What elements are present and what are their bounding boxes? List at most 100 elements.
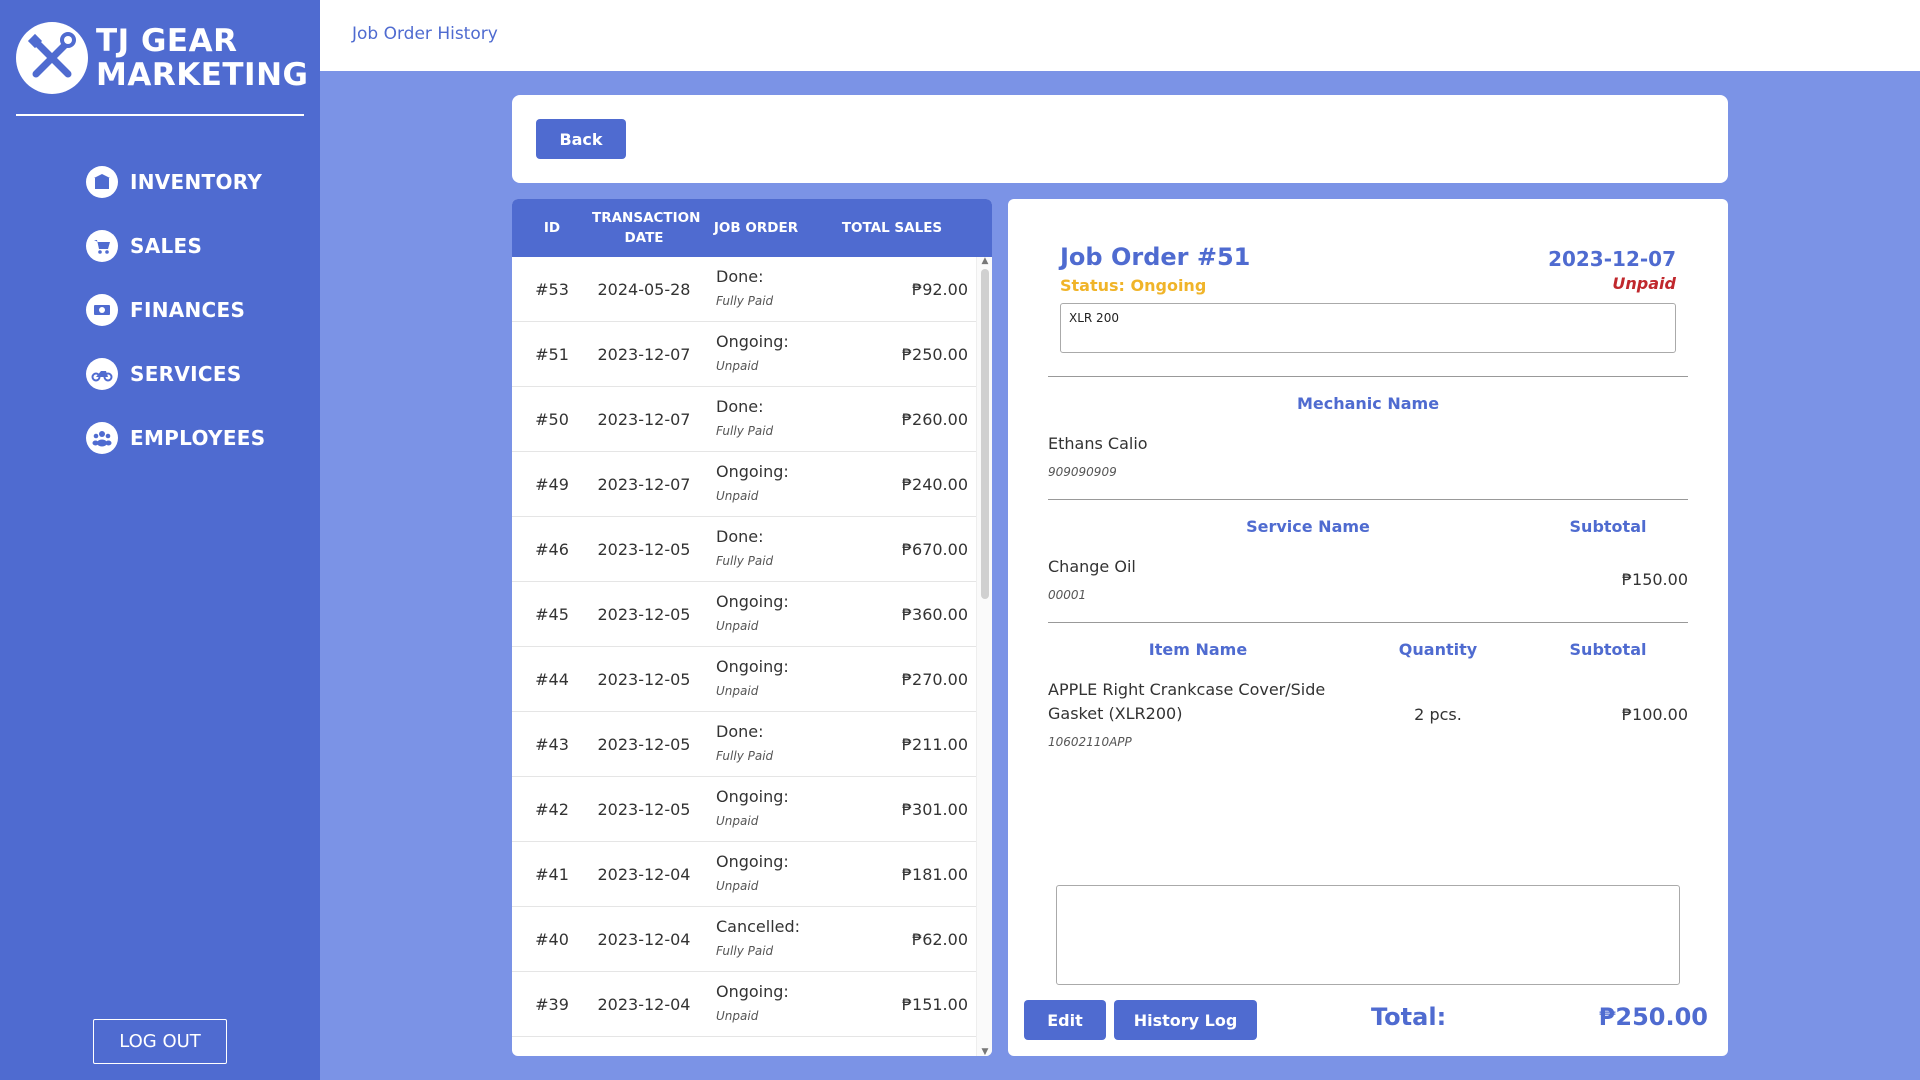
row-total: ₱211.00 <box>901 734 968 754</box>
row-job-order: Done: Fully Paid <box>696 722 818 766</box>
item-name-line2: Gasket (XLR200) <box>1048 704 1183 723</box>
row-date: 2023-12-04 <box>597 864 691 884</box>
scroll-up-icon[interactable]: ▲ <box>980 257 990 266</box>
total-label: Total: <box>1371 1003 1447 1031</box>
row-status: Cancelled: <box>716 917 801 936</box>
item-subtotal: ₱100.00 <box>1621 705 1688 724</box>
job-order-detail: Job Order #51 Status: Ongoing 2023-12-07… <box>1008 199 1728 1056</box>
breadcrumb[interactable]: Job Order History <box>352 24 498 44</box>
payment-status: Unpaid <box>1612 274 1676 293</box>
sidebar-item-employees[interactable]: EMPLOYEES <box>86 418 265 458</box>
row-job-order: Ongoing: Unpaid <box>696 332 818 376</box>
item-name-line1: APPLE Right Crankcase Cover/Side <box>1048 680 1326 699</box>
row-payment: Unpaid <box>716 814 759 828</box>
scroll-down-icon[interactable]: ▼ <box>980 1048 990 1057</box>
sidebar-item-label: FINANCES <box>130 298 246 322</box>
row-payment: Unpaid <box>716 489 759 503</box>
table-row[interactable]: #51 2023-12-07 Ongoing: Unpaid ₱250.00 <box>512 322 976 387</box>
row-payment: Unpaid <box>716 619 759 633</box>
table-row[interactable]: #40 2023-12-04 Cancelled: Fully Paid ₱62.00 <box>512 907 976 972</box>
sidebar-item-label: EMPLOYEES <box>130 426 266 450</box>
job-order-table: ID TRANSACTION DATE JOB ORDER TOTAL SALE… <box>512 199 992 1056</box>
vehicle-field[interactable]: XLR 200 <box>1060 303 1676 353</box>
row-total: ₱360.00 <box>901 604 968 624</box>
back-panel: Back <box>512 95 1728 183</box>
table-row[interactable]: #50 2023-12-07 Done: Fully Paid ₱260.00 <box>512 387 976 452</box>
row-job-order: Done: Fully Paid <box>696 397 818 441</box>
row-payment: Unpaid <box>716 684 759 698</box>
logout-button[interactable]: LOG OUT <box>93 1019 227 1064</box>
row-id: #46 <box>535 539 569 559</box>
row-job-order: Ongoing: Unpaid <box>696 852 818 896</box>
row-id: #45 <box>535 604 569 624</box>
table-row[interactable]: #46 2023-12-05 Done: Fully Paid ₱670.00 <box>512 517 976 582</box>
row-payment: Unpaid <box>716 1009 759 1023</box>
brand-name: TJ GEAR MARKETING <box>96 23 309 93</box>
table-row[interactable]: #41 2023-12-04 Ongoing: Unpaid ₱181.00 <box>512 842 976 907</box>
brand-divider <box>16 114 304 116</box>
top-bar: Job Order History <box>320 0 1920 71</box>
notes-field[interactable] <box>1056 885 1680 985</box>
table-row[interactable]: #43 2023-12-05 Done: Fully Paid ₱211.00 <box>512 712 976 777</box>
motorcycle-icon <box>86 358 118 390</box>
sidebar-item-inventory[interactable]: INVENTORY <box>86 162 265 202</box>
row-status: Done: <box>716 722 764 741</box>
history-log-button[interactable]: History Log <box>1114 1000 1257 1040</box>
item-code: 10602110APP <box>1048 735 1132 749</box>
row-job-order: Cancelled: Fully Paid <box>696 917 818 961</box>
sidebar-item-label: SALES <box>130 234 203 258</box>
row-status: Ongoing: <box>716 787 789 806</box>
row-status: Done: <box>716 267 764 286</box>
sidebar-item-services[interactable]: SERVICES <box>86 354 265 394</box>
sidebar-nav: INVENTORY SALES FINANCES SERVICES EMPLOY… <box>86 162 265 482</box>
row-id: #42 <box>535 799 569 819</box>
row-job-order: Ongoing: Unpaid <box>696 982 818 1026</box>
row-total: ₱250.00 <box>901 344 968 364</box>
item-name-header: Item Name <box>1148 640 1248 659</box>
people-icon <box>86 422 118 454</box>
job-order-title: Job Order #51 <box>1060 243 1251 271</box>
row-payment: Fully Paid <box>716 749 774 763</box>
table-row[interactable]: Ongoing: <box>512 1037 976 1056</box>
row-id: #50 <box>535 409 569 429</box>
row-total: ₱270.00 <box>901 669 968 689</box>
row-status: Ongoing: <box>716 657 789 676</box>
row-date: 2023-12-07 <box>597 409 691 429</box>
row-job-order: Ongoing: Unpaid <box>696 462 818 506</box>
table-row[interactable]: #49 2023-12-07 Ongoing: Unpaid ₱240.00 <box>512 452 976 517</box>
table-row[interactable]: #39 2023-12-04 Ongoing: Unpaid ₱151.00 <box>512 972 976 1037</box>
row-total: ₱301.00 <box>901 799 968 819</box>
scroll-thumb[interactable] <box>981 269 989 599</box>
row-job-order: Ongoing: Unpaid <box>696 657 818 701</box>
row-status: Ongoing: <box>716 462 789 481</box>
row-total: ₱260.00 <box>901 409 968 429</box>
cart-icon <box>86 230 118 262</box>
brand[interactable]: TJ GEAR MARKETING <box>16 16 308 100</box>
table-row[interactable]: #44 2023-12-05 Ongoing: Unpaid ₱270.00 <box>512 647 976 712</box>
back-button[interactable]: Back <box>536 119 626 159</box>
table-row[interactable]: #53 2024-05-28 Done: Fully Paid ₱92.00 <box>512 257 976 322</box>
row-date: 2023-12-04 <box>597 994 691 1014</box>
row-job-order: Done: Fully Paid <box>696 267 818 311</box>
total-value: ₱250.00 <box>1598 1003 1708 1031</box>
row-total: ₱151.00 <box>901 994 968 1014</box>
divider <box>1048 622 1688 623</box>
mechanic-code: 909090909 <box>1048 465 1117 479</box>
sidebar-item-sales[interactable]: SALES <box>86 226 265 266</box>
quantity-header: Quantity <box>1398 640 1478 659</box>
money-icon <box>86 294 118 326</box>
box-icon <box>86 166 118 198</box>
sidebar-item-finances[interactable]: FINANCES <box>86 290 265 330</box>
row-date: 2023-12-05 <box>597 539 691 559</box>
row-total: ₱181.00 <box>901 864 968 884</box>
row-status: Ongoing: <box>716 592 789 611</box>
job-order-status: Status: Ongoing <box>1060 276 1207 295</box>
row-id: #49 <box>535 474 569 494</box>
table-row[interactable]: #45 2023-12-05 Ongoing: Unpaid ₱360.00 <box>512 582 976 647</box>
edit-button[interactable]: Edit <box>1024 1000 1106 1040</box>
row-id: #39 <box>535 994 569 1014</box>
row-id: #51 <box>535 344 569 364</box>
table-row[interactable]: #42 2023-12-05 Ongoing: Unpaid ₱301.00 <box>512 777 976 842</box>
row-status: Ongoing: <box>716 982 789 1001</box>
table-scrollbar[interactable]: ▲ ▼ <box>976 257 992 1056</box>
